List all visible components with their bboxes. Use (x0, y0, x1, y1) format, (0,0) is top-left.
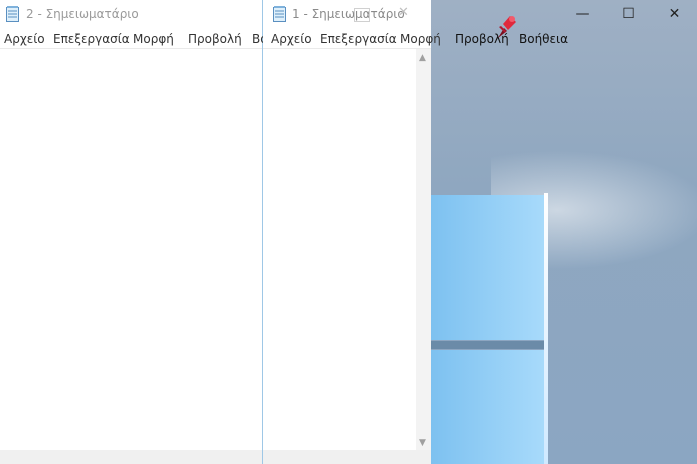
title-bar[interactable]: 2 - Σημειωματάριο (0, 0, 262, 30)
text-area[interactable] (263, 49, 431, 450)
wallpaper-light-edge (544, 193, 548, 464)
notepad-icon (273, 6, 286, 22)
minimize-button[interactable]: — (560, 0, 605, 30)
horizontal-scrollbar[interactable] (263, 450, 431, 464)
notepad-icon (6, 6, 19, 22)
menu-view[interactable]: Προβολή (188, 32, 242, 46)
text-area[interactable] (0, 49, 262, 450)
menu-edit[interactable]: Επεξεργασία (53, 32, 130, 46)
wallpaper-pane-upper (431, 195, 548, 340)
menu-format[interactable]: Μορφή (400, 32, 441, 46)
wallpaper-divider (431, 341, 548, 349)
minimize-icon: — (575, 6, 590, 22)
menu-file[interactable]: Αρχείο (271, 32, 312, 46)
ghost-maximize-icon (354, 8, 370, 22)
pin-icon[interactable] (492, 12, 518, 42)
ghost-close-icon: ✕ (398, 5, 409, 20)
menu-bar: Αρχείο Επεξεργασία Μορφή (263, 30, 441, 49)
menu-file[interactable]: Αρχείο (4, 32, 45, 46)
wallpaper-pane-lower (431, 350, 548, 464)
close-icon: ✕ (668, 6, 681, 22)
vertical-scrollbar[interactable]: ▲ ▼ (416, 49, 431, 450)
menu-edit[interactable]: Επεξεργασία (320, 32, 397, 46)
menu-format[interactable]: Μορφή (133, 32, 174, 46)
horizontal-scrollbar[interactable] (0, 450, 262, 464)
scroll-up-arrow-icon[interactable]: ▲ (419, 53, 426, 63)
window-title: 2 - Σημειωματάριο (26, 7, 139, 21)
notepad-window-2[interactable]: 2 - Σημειωματάριο Αρχείο Επεξεργασία Μορ… (0, 0, 275, 464)
menu-bar: Αρχείο Επεξεργασία Μορφή Προβολή Βοή (0, 30, 275, 49)
desktop-wallpaper (431, 0, 697, 464)
maximize-button[interactable]: ☐ (606, 0, 651, 30)
close-button[interactable]: ✕ (652, 0, 697, 30)
notepad-window-1[interactable]: 1 - Σημειωματάριο Αρχείο Επεξεργασία Μορ… (263, 0, 441, 464)
scroll-down-arrow-icon[interactable]: ▼ (419, 438, 426, 448)
window-title: 1 - Σημειωματάριο (292, 7, 405, 21)
maximize-icon: ☐ (622, 6, 635, 22)
menu-help[interactable]: Βοήθεια (519, 32, 568, 46)
